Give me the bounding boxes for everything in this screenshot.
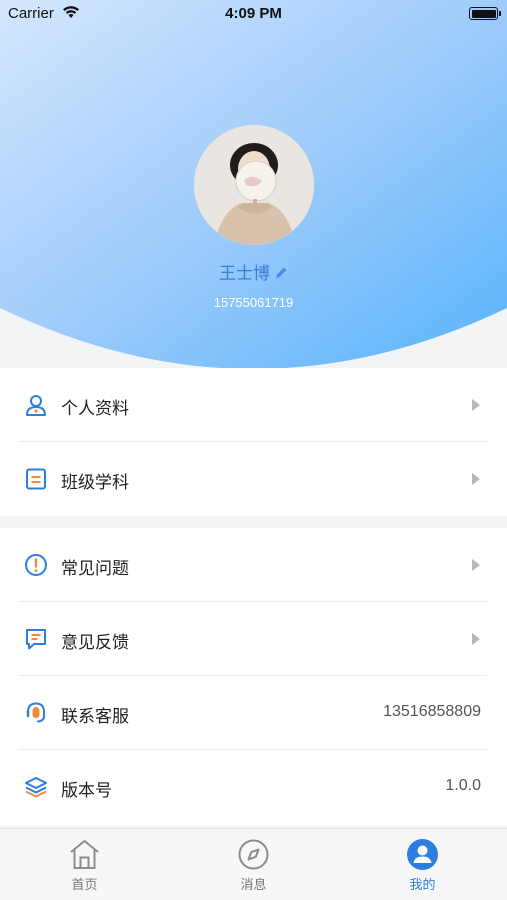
chevron-right-icon <box>472 399 480 411</box>
feedback-icon <box>26 629 46 650</box>
service-phone-number[interactable]: 13516858809 <box>383 703 481 721</box>
profile-phone: 15755061719 <box>213 295 294 310</box>
avatar-photo <box>194 125 314 245</box>
profile-name: 王士博 <box>219 264 270 284</box>
menu-item-personal-info[interactable]: 个人资料 <box>0 368 507 442</box>
menu-item-label: 联系客服 <box>61 707 129 727</box>
tab-label: 首页 <box>71 878 98 893</box>
menu-item-label: 版本号 <box>61 781 112 801</box>
tab-mine[interactable]: 我的 <box>338 829 507 900</box>
menu-item-label: 班级学科 <box>61 473 129 493</box>
edit-pencil-icon[interactable] <box>274 266 288 280</box>
chevron-right-icon <box>472 559 480 571</box>
tab-messages[interactable]: 消息 <box>169 829 338 900</box>
clock: 4:09 PM <box>225 5 282 22</box>
menu-group-support: 常见问题 意见反馈 联系客服 13516858809 版本号 1.0.0 <box>0 528 507 826</box>
tab-label: 我的 <box>409 878 436 893</box>
menu-item-label: 意见反馈 <box>61 633 129 653</box>
layers-icon <box>25 777 47 798</box>
chevron-right-icon <box>472 633 480 645</box>
compass-icon <box>238 839 269 870</box>
tab-bar: 首页 消息 我的 <box>0 828 507 900</box>
menu-group-account: 个人资料 班级学科 <box>0 368 507 516</box>
profile-header: Carrier 4:09 PM 王士博 15755061719 <box>0 0 507 368</box>
headset-icon <box>26 702 45 723</box>
profile-name-row[interactable]: 王士博 <box>0 259 507 284</box>
menu-item-customer-service[interactable]: 联系客服 13516858809 <box>0 676 507 750</box>
chevron-right-icon <box>472 473 480 485</box>
avatar[interactable] <box>194 125 314 245</box>
class-icon <box>26 468 46 490</box>
status-bar: Carrier 4:09 PM <box>0 0 507 28</box>
home-icon <box>70 840 99 869</box>
battery-icon <box>469 7 501 20</box>
menu-item-label: 个人资料 <box>61 399 129 419</box>
question-icon <box>25 554 47 576</box>
menu-item-version: 版本号 1.0.0 <box>0 750 507 824</box>
menu-item-feedback[interactable]: 意见反馈 <box>0 602 507 676</box>
menu-item-label: 常见问题 <box>61 559 129 579</box>
tab-home[interactable]: 首页 <box>0 829 169 900</box>
tab-label: 消息 <box>240 878 267 893</box>
menu-item-faq[interactable]: 常见问题 <box>0 528 507 602</box>
user-icon <box>26 395 46 416</box>
menu-item-class-subject[interactable]: 班级学科 <box>0 442 507 516</box>
profile-icon <box>407 839 438 870</box>
version-number: 1.0.0 <box>445 777 481 794</box>
